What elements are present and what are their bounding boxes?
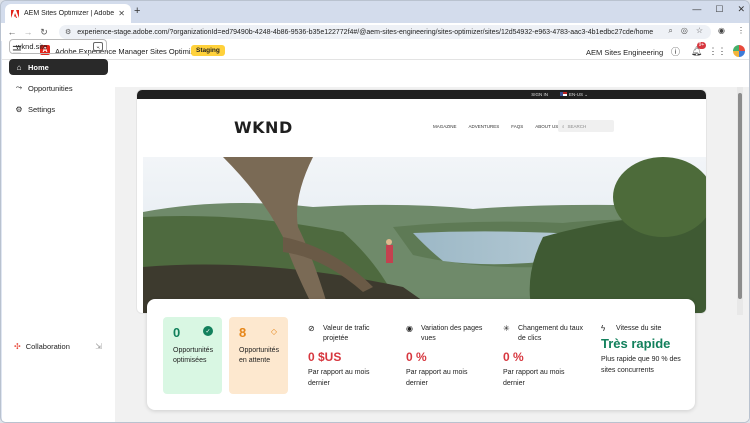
preview-logo: WKND <box>234 118 293 137</box>
org-switcher[interactable]: AEM Sites Engineering <box>586 48 663 57</box>
browser-tab[interactable]: AEM Sites Optimizer | Adobe I ✕ <box>5 4 131 23</box>
preview-nav-item: ABOUT US <box>535 124 559 129</box>
eye-icon: ◉ <box>406 324 413 333</box>
checkmark-circle-icon: ✓ <box>203 326 213 336</box>
optimized-label: Opportunités optimisées <box>173 347 214 364</box>
stats-card: 0 ✓ Opportunités optimisées 8 ◇ Opportun… <box>147 299 695 410</box>
browser-menu-icon[interactable]: ⋮ <box>737 26 745 35</box>
metric-value: 0 % <box>503 350 524 364</box>
metric-value: 0 % <box>406 350 427 364</box>
check-circle-outline-icon: ⊘ <box>308 324 315 333</box>
tab-title: AEM Sites Optimizer | Adobe I <box>24 10 116 17</box>
minimize-icon[interactable]: — <box>692 4 701 15</box>
metric-pageviews: ◉ Variation des pages vues 0 % Par rappor… <box>406 324 486 389</box>
new-tab-icon[interactable]: + <box>134 5 140 17</box>
help-icon[interactable]: ⓘ <box>670 46 681 57</box>
close-window-icon[interactable]: ✕ <box>737 4 745 15</box>
metric-title: Variation des pages vues <box>421 325 483 342</box>
chevron-down-icon: ⌄ <box>93 42 103 51</box>
notifications-bell-icon[interactable]: 🔔︎ 9+ <box>691 41 706 57</box>
collaboration-label: Collaboration <box>25 342 70 351</box>
home-icon: ⌂ <box>16 62 22 72</box>
scrollbar-thumb[interactable] <box>738 93 742 299</box>
pending-opportunities-card[interactable]: 8 ◇ Opportunités en attente <box>229 317 288 394</box>
tab-bar: AEM Sites Optimizer | Adobe I ✕ + — ☐ ✕ <box>1 1 749 23</box>
bookmark-star-icon[interactable]: ☆ <box>696 26 703 36</box>
site-selector[interactable]: wknd.site ⌄ <box>9 39 107 54</box>
metric-sub: Par rapport au mois dernier <box>406 369 468 387</box>
sidebar-item-label: Settings <box>28 104 56 114</box>
forward-icon[interactable]: → <box>20 27 36 37</box>
collaboration-link[interactable]: ✣ Collaboration ⇲ <box>14 342 102 351</box>
url-text: experience-stage.adobe.com/?organization… <box>77 28 654 36</box>
preview-nav-item: ADVENTURES <box>468 124 500 129</box>
click-icon: ✳ <box>503 324 510 333</box>
browser-window: AEM Sites Optimizer | Adobe I ✕ + — ☐ ✕ … <box>0 0 750 423</box>
back-icon[interactable]: ← <box>4 27 20 37</box>
preview-search: ⌕ SEARCH <box>558 120 614 132</box>
zoom-icon[interactable]: ⌕ <box>668 26 672 36</box>
sidebar-item-label: Opportunities <box>28 83 73 93</box>
metric-value: Très rapide <box>601 336 671 351</box>
profile-icon[interactable]: ◉ <box>718 26 725 35</box>
metric-value: 0 $US <box>308 350 342 364</box>
metric-title: Changement du taux de clics <box>518 325 583 342</box>
alert-diamond-icon: ◇ <box>270 326 278 336</box>
preview-nav-item: MAGAZINE <box>433 124 457 129</box>
optimized-opportunities-card[interactable]: 0 ✓ Opportunités optimisées <box>163 317 222 394</box>
preview-nav-item: FAQS <box>511 124 524 129</box>
site-info-icon[interactable]: ⚙ <box>65 28 71 36</box>
apps-grid-icon[interactable]: ⋮⋮ <box>709 46 727 57</box>
preview-nav: MAGAZINE ADVENTURES FAQS ABOUT US <box>433 124 558 129</box>
preview-search-placeholder: SEARCH <box>567 123 587 129</box>
eye-off-icon[interactable]: ◎ <box>681 26 688 36</box>
search-icon: ⌕ <box>562 123 565 129</box>
metric-sub: Plus rapide que 90 % des sites concurren… <box>601 356 681 374</box>
close-tab-icon[interactable]: ✕ <box>118 9 125 18</box>
site-preview: SIGN IN EN-US ⌄ WKND MAGAZINE ADVENTURES… <box>136 89 707 314</box>
adobe-favicon-icon <box>11 9 19 18</box>
metric-title: Vitesse du site <box>616 325 662 332</box>
preview-hero-image <box>143 157 706 313</box>
reload-icon[interactable]: ↻ <box>36 27 52 38</box>
site-selector-value: wknd.site <box>16 42 48 51</box>
metric-sub: Par rapport au mois dernier <box>308 369 370 387</box>
sidebar-item-label: Home <box>28 62 49 72</box>
gear-icon: ⚙ <box>15 104 23 114</box>
notification-count-badge: 9+ <box>697 41 706 49</box>
collapse-panel-icon[interactable]: ⇲ <box>95 342 102 351</box>
address-bar-row: ← → ↻ ⚙ experience-stage.adobe.com/?orga… <box>1 23 749 41</box>
metric-title: Valeur de trafic projetée <box>323 325 370 342</box>
app-header: ☰ A Adobe Experience Manager Sites Optim… <box>2 41 749 59</box>
metric-sub: Par rapport au mois dernier <box>503 369 565 387</box>
preview-scrollbar[interactable] <box>737 87 743 315</box>
collaboration-icon: ✣ <box>14 342 21 351</box>
sidebar-item-opportunities[interactable]: ⤳ Opportunities <box>9 80 108 96</box>
sidebar-item-settings[interactable]: ⚙ Settings <box>9 101 108 117</box>
metric-site-speed: ϟ Vitesse du site Très rapide Plus rapide… <box>601 324 685 376</box>
lightning-icon: ϟ <box>601 324 606 333</box>
preview-signin: SIGN IN <box>531 92 548 97</box>
preview-top-strip: SIGN IN EN-US ⌄ <box>137 90 706 99</box>
metric-traffic-value: ⊘ Valeur de trafic projetée 0 $US Par rap… <box>308 324 388 389</box>
pending-label: Opportunités en attente <box>239 347 280 364</box>
user-avatar[interactable] <box>733 45 745 57</box>
sidebar-item-home[interactable]: ⌂ Home <box>9 59 108 75</box>
url-field[interactable]: ⚙ experience-stage.adobe.com/?organizati… <box>59 25 711 39</box>
us-flag-icon <box>559 92 567 97</box>
preview-language: EN-US ⌄ <box>559 92 588 98</box>
sidebar: wknd.site ⌄ ⌂ Home ⤳ Opportunities ⚙ Set… <box>2 39 114 422</box>
metric-ctr: ✳ Changement du taux de clics 0 % Par rap… <box>503 324 587 389</box>
opportunities-icon: ⤳ <box>15 83 23 92</box>
staging-badge: Staging <box>191 45 225 56</box>
maximize-icon[interactable]: ☐ <box>715 4 723 15</box>
